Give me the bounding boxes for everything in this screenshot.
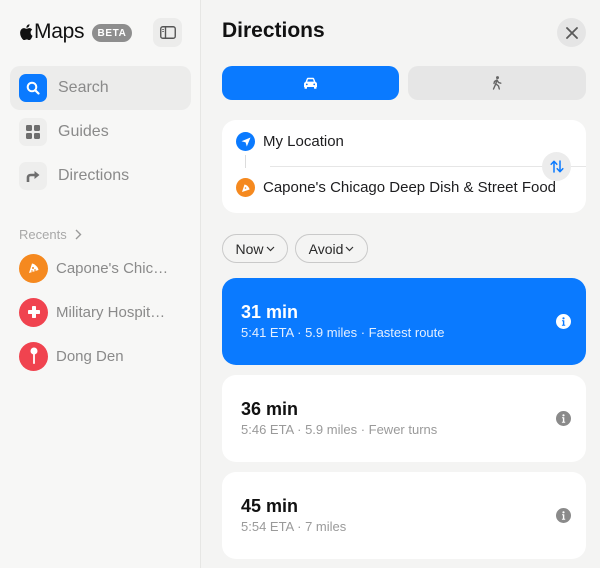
close-button[interactable] bbox=[557, 18, 586, 47]
pizza-icon bbox=[19, 253, 48, 283]
driving-mode-button[interactable] bbox=[222, 66, 399, 100]
search-icon bbox=[19, 74, 47, 102]
sidebar-item-label: Guides bbox=[58, 123, 109, 140]
route-details: 5:54 ETA · 7 miles bbox=[241, 519, 347, 534]
route-option[interactable]: 36 min 5:46 ETA · 5.9 miles · Fewer turn… bbox=[222, 375, 586, 462]
app-logo: Maps bbox=[19, 19, 84, 45]
info-icon[interactable] bbox=[556, 411, 571, 426]
recent-item[interactable]: Military Hospit… bbox=[19, 297, 165, 327]
destination-field[interactable]: Capone's Chicago Deep Dish & Street Food bbox=[236, 178, 556, 197]
departure-time-dropdown[interactable]: Now bbox=[222, 234, 288, 263]
chevron-down-icon bbox=[266, 246, 274, 251]
turn-right-arrow-icon bbox=[19, 162, 47, 190]
recent-item[interactable]: Dong Den bbox=[19, 341, 124, 371]
grid-icon bbox=[19, 118, 47, 146]
divider bbox=[270, 166, 586, 167]
sidebar-item-directions[interactable]: Directions bbox=[10, 154, 191, 198]
route-duration: 45 min bbox=[241, 496, 299, 516]
directions-panel: Directions My Location Capone's Chicago … bbox=[202, 0, 600, 568]
route-details: 5:46 ETA · 5.9 miles · Fewer turns bbox=[241, 422, 438, 437]
walking-mode-button[interactable] bbox=[408, 66, 586, 100]
swap-locations-button[interactable] bbox=[542, 152, 571, 181]
sidebar-toggle-button[interactable] bbox=[153, 18, 182, 47]
route-option[interactable]: 45 min 5:54 ETA · 7 miles bbox=[222, 472, 586, 559]
sidebar-item-search[interactable]: Search bbox=[10, 66, 191, 110]
info-icon[interactable] bbox=[556, 508, 571, 523]
departure-time-label: Now bbox=[235, 240, 264, 257]
page-title: Directions bbox=[222, 19, 325, 42]
sidebar-item-guides[interactable]: Guides bbox=[10, 110, 191, 154]
chevron-right-icon bbox=[75, 229, 82, 240]
sidebar-icon bbox=[159, 26, 176, 39]
recent-item-label: Military Hospit… bbox=[56, 303, 166, 321]
recent-item-label: Dong Den bbox=[56, 347, 124, 365]
sidebar: Maps BETA Search Guides Directions Recen… bbox=[0, 0, 201, 568]
walking-icon bbox=[492, 76, 502, 90]
avoid-label: Avoid bbox=[308, 240, 344, 257]
pin-icon bbox=[19, 341, 48, 371]
route-details: 5:41 ETA · 5.9 miles · Fastest route bbox=[241, 325, 445, 340]
recents-label: Recents bbox=[19, 227, 67, 242]
route-connector bbox=[245, 155, 246, 168]
swap-arrows-icon bbox=[549, 160, 564, 173]
recents-header[interactable]: Recents bbox=[19, 227, 82, 242]
location-arrow-icon bbox=[236, 132, 255, 151]
app-name: Maps bbox=[34, 20, 85, 43]
route-duration: 36 min bbox=[241, 399, 299, 419]
info-icon[interactable] bbox=[556, 314, 571, 329]
recent-item-label: Capone's Chic… bbox=[56, 259, 169, 277]
sidebar-item-label: Search bbox=[58, 79, 109, 96]
beta-badge: BETA bbox=[92, 24, 132, 42]
route-endpoints-card: My Location Capone's Chicago Deep Dish &… bbox=[222, 120, 586, 213]
pizza-icon bbox=[236, 178, 255, 197]
recent-item[interactable]: Capone's Chic… bbox=[19, 253, 168, 283]
origin-field[interactable]: My Location bbox=[236, 132, 344, 151]
sidebar-item-label: Directions bbox=[58, 167, 130, 184]
apple-logo-icon bbox=[20, 24, 33, 40]
destination-label: Capone's Chicago Deep Dish & Street Food bbox=[263, 179, 557, 196]
origin-label: My Location bbox=[263, 133, 344, 150]
route-duration: 31 min bbox=[241, 302, 299, 322]
route-option[interactable]: 31 min 5:41 ETA · 5.9 miles · Fastest ro… bbox=[222, 278, 586, 365]
chevron-down-icon bbox=[345, 246, 354, 251]
medical-cross-icon bbox=[19, 297, 48, 327]
avoid-dropdown[interactable]: Avoid bbox=[295, 234, 368, 263]
car-icon bbox=[304, 77, 317, 89]
close-icon bbox=[565, 26, 578, 39]
